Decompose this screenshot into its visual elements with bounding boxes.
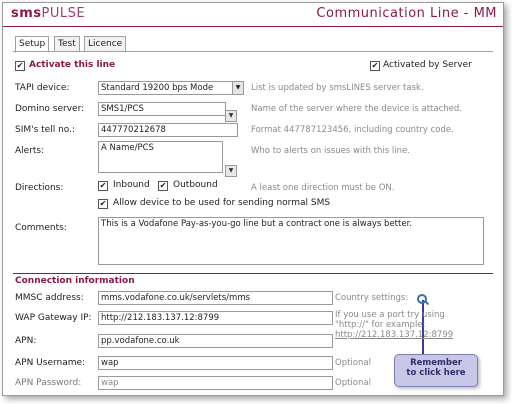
tapi-help: List is updated by smsLINES server task. bbox=[251, 83, 424, 93]
outbound-label: Outbound bbox=[173, 180, 218, 190]
tapi-select[interactable]: Standard 19200 bps Mode ▼ bbox=[98, 81, 244, 95]
apn-username-help: Optional bbox=[335, 358, 371, 368]
search-icon[interactable] bbox=[417, 294, 427, 304]
sim-field[interactable]: 447770212678 bbox=[98, 123, 238, 137]
comments-label: Comments: bbox=[15, 223, 67, 233]
domino-field[interactable]: SMS1/PCS bbox=[98, 102, 226, 116]
connection-title: Connection information bbox=[15, 276, 135, 286]
tapi-label: TAPI device: bbox=[15, 83, 70, 93]
directions-label: Directions: bbox=[15, 183, 64, 193]
wap-help-example: http://212.183.137.12:8799 bbox=[335, 330, 454, 340]
tab-divider bbox=[13, 51, 493, 52]
header: smsPULSE Communication Line - MM bbox=[3, 3, 503, 25]
wap-help-2: "http://" for example: bbox=[335, 320, 426, 330]
apn-password-help: Optional bbox=[335, 378, 371, 388]
activated-by-server-checkbox[interactable]: ✔ bbox=[370, 61, 380, 71]
comments-field[interactable]: This is a Vodafone Pay-as-you-go line bu… bbox=[98, 217, 484, 265]
apn-field[interactable]: pp.vodafone.co.uk bbox=[98, 334, 333, 348]
mmsc-field[interactable]: mms.vodafone.co.uk/servlets/mms bbox=[98, 291, 333, 305]
section-divider bbox=[13, 273, 493, 274]
callout-line-2: to click here bbox=[406, 368, 466, 378]
wap-field[interactable]: http://212.183.137.12:8799 bbox=[98, 311, 333, 325]
apn-password-field[interactable]: wap bbox=[98, 376, 333, 390]
apn-username-label: APN Username: bbox=[15, 358, 86, 368]
app-window: smsPULSE Communication Line - MM Setup T… bbox=[2, 2, 504, 396]
country-settings-label: Country settings: bbox=[335, 293, 409, 303]
allow-normal-sms-label: Allow device to be used for sending norm… bbox=[113, 198, 331, 208]
apn-password-label: APN Password: bbox=[15, 378, 82, 388]
apn-username-field[interactable]: wap bbox=[98, 356, 333, 370]
remember-callout: Remember to click here bbox=[394, 354, 478, 387]
apn-label: APN: bbox=[15, 336, 37, 346]
alerts-picker-button[interactable]: ▼ bbox=[225, 165, 237, 177]
activated-by-server-label: Activated by Server bbox=[383, 60, 472, 70]
inbound-label: Inbound bbox=[113, 180, 150, 190]
mmsc-label: MMSC address: bbox=[15, 293, 84, 303]
allow-normal-sms-checkbox[interactable]: ✔ bbox=[98, 199, 108, 209]
tapi-value: Standard 19200 bps Mode bbox=[101, 83, 214, 93]
domino-help: Name of the server where the device is a… bbox=[251, 104, 462, 114]
tab-licence[interactable]: Licence bbox=[84, 36, 127, 52]
outbound-checkbox[interactable]: ✔ bbox=[158, 181, 168, 191]
alerts-label: Alerts: bbox=[15, 146, 45, 156]
wap-help-1: If you use a port try using bbox=[335, 310, 445, 320]
domino-picker-button[interactable]: ▼ bbox=[225, 110, 237, 122]
chevron-down-icon: ▼ bbox=[232, 82, 243, 94]
sim-label: SIM's tell no.: bbox=[15, 125, 76, 135]
app-logo: smsPULSE bbox=[11, 6, 86, 21]
activate-label: Activate this line bbox=[29, 60, 116, 70]
wap-label: WAP Gateway IP: bbox=[15, 313, 92, 323]
tab-test[interactable]: Test bbox=[54, 36, 80, 52]
domino-label: Domino server: bbox=[15, 104, 85, 114]
alerts-help: Who to alerts on issues with this line. bbox=[251, 146, 410, 156]
callout-line-1: Remember bbox=[410, 358, 462, 368]
header-divider bbox=[3, 26, 503, 27]
activate-checkbox[interactable]: ✔ bbox=[15, 61, 25, 71]
page-title: Communication Line - MM bbox=[316, 6, 497, 21]
sim-help: Format 447787123456, including country c… bbox=[251, 125, 454, 135]
inbound-checkbox[interactable]: ✔ bbox=[98, 181, 108, 191]
alerts-field[interactable]: A Name/PCS bbox=[98, 141, 223, 173]
directions-help: A least one direction must be ON. bbox=[251, 183, 395, 193]
